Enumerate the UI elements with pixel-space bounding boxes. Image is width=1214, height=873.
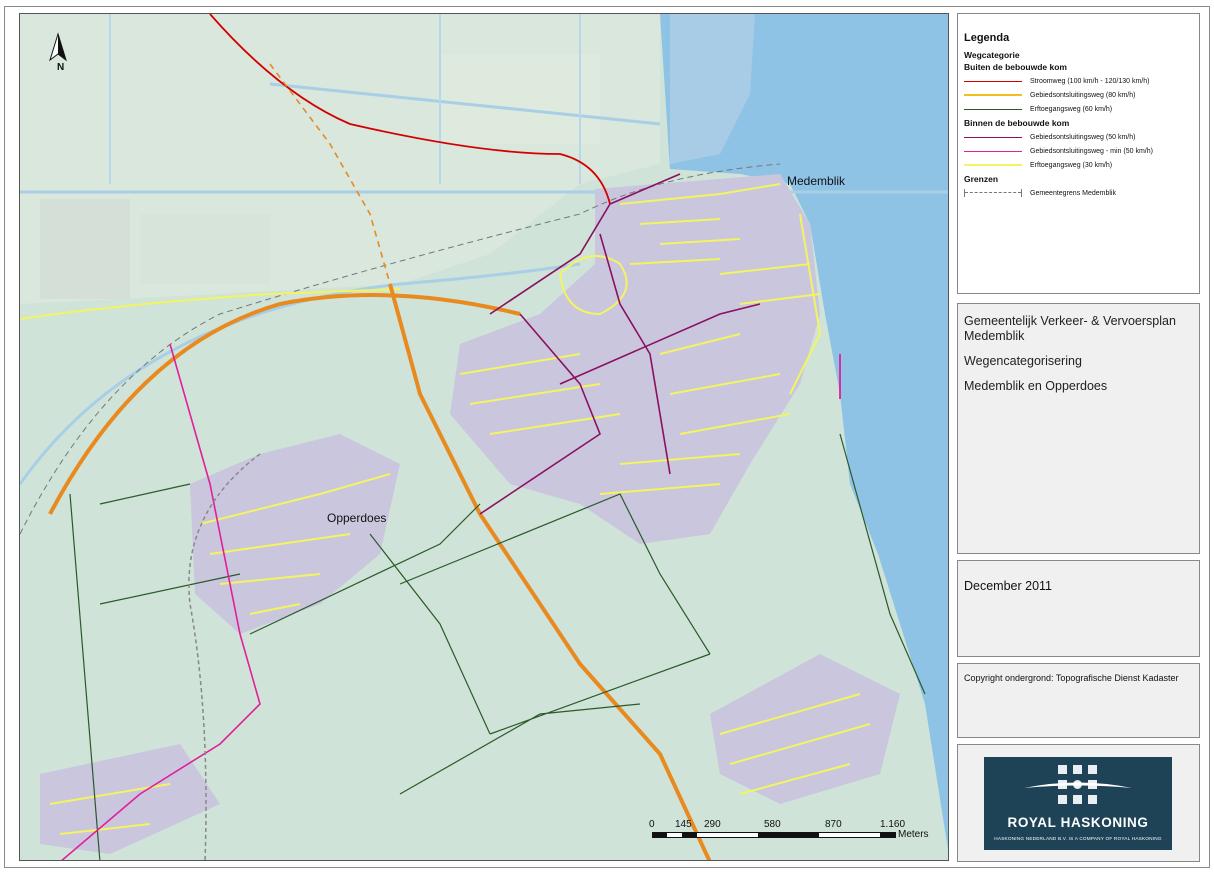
map-view[interactable]: N Medemblik Opperdoes 0 145 290 580 870 … bbox=[19, 13, 949, 861]
legend-item-label: Gebiedsontsluitingsweg (50 km/h) bbox=[1030, 133, 1136, 141]
north-label: N bbox=[57, 62, 65, 73]
scale-tick-label: 145 bbox=[675, 819, 692, 830]
legend-swatch bbox=[964, 94, 1022, 96]
legend-panel: Legenda Wegcategorie Buiten de bebouwde … bbox=[957, 13, 1200, 294]
legend-category: Wegcategorie bbox=[964, 50, 1020, 60]
legend-item-label: Gebiedsontsluitingsweg (80 km/h) bbox=[1030, 91, 1136, 99]
logo-block: ROYAL HASKONING HASKONING NEDERLAND B.V.… bbox=[957, 744, 1200, 862]
legend-item-label: Stroomweg (100 km/h - 120/130 km/h) bbox=[1030, 77, 1150, 85]
title-subject: Wegencategorisering bbox=[964, 354, 1082, 368]
legend-item-label: Erftoegangsweg (60 km/h) bbox=[1030, 105, 1113, 113]
logo-mark-icon bbox=[1024, 765, 1132, 804]
date-block: December 2011 bbox=[957, 560, 1200, 657]
legend-section-heading: Binnen de bebouwde kom bbox=[964, 118, 1070, 128]
field bbox=[440, 54, 600, 144]
place-label-opperdoes: Opperdoes bbox=[327, 511, 387, 525]
legend-item-label: Gebiedsontsluitingsweg - min (50 km/h) bbox=[1030, 147, 1153, 155]
legend-border-swatch bbox=[964, 189, 1022, 197]
title-block: Gemeentelijk Verkeer- & Vervoersplan Med… bbox=[957, 303, 1200, 554]
legend-swatch bbox=[964, 108, 1022, 110]
title-project: Gemeentelijk Verkeer- & Vervoersplan Med… bbox=[964, 314, 1176, 343]
legend-item-label: Gemeentegrens Medemblik bbox=[1030, 189, 1116, 197]
logo-fine-print: HASKONING NEDERLAND B.V. IS A COMPANY OF… bbox=[994, 836, 1162, 841]
scale-tick-label: 580 bbox=[764, 819, 781, 830]
map-canvas bbox=[20, 14, 948, 860]
legend-item-label: Erftoegangsweg (30 km/h) bbox=[1030, 161, 1113, 169]
legend-section-heading: Buiten de bebouwde kom bbox=[964, 62, 1067, 72]
scale-tick-label: 290 bbox=[704, 819, 721, 830]
legend-item: Gebiedsontsluitingsweg (80 km/h) bbox=[964, 88, 1193, 102]
scale-tick-label: 0 bbox=[649, 819, 655, 830]
place-label-medemblik: Medemblik bbox=[787, 174, 846, 188]
field bbox=[40, 199, 130, 299]
legend-title: Legenda bbox=[964, 32, 1010, 44]
legend-item: Stroomweg (100 km/h - 120/130 km/h) bbox=[964, 74, 1193, 88]
scale-tick-label: 870 bbox=[825, 819, 842, 830]
scale-unit: Meters bbox=[898, 829, 929, 840]
title-area: Medemblik en Opperdoes bbox=[964, 379, 1108, 393]
legend-item: Gemeentegrens Medemblik bbox=[964, 186, 1193, 200]
legend-item: Gebiedsontsluitingsweg - min (50 km/h) bbox=[964, 144, 1193, 158]
legend-item: Gebiedsontsluitingsweg (50 km/h) bbox=[964, 130, 1193, 144]
copyright-block: Copyright ondergrond: Topografische Dien… bbox=[957, 663, 1200, 738]
royal-haskoning-logo: ROYAL HASKONING HASKONING NEDERLAND B.V.… bbox=[984, 757, 1172, 850]
legend-swatch bbox=[964, 164, 1022, 166]
legend-item: Erftoegangsweg (60 km/h) bbox=[964, 102, 1193, 116]
logo-brand: ROYAL HASKONING bbox=[1007, 815, 1149, 830]
legend-item: Erftoegangsweg (30 km/h) bbox=[964, 158, 1193, 172]
legend-swatch bbox=[964, 80, 1022, 82]
legend-swatch bbox=[964, 150, 1022, 152]
legend-swatch bbox=[964, 136, 1022, 138]
legend-borders-heading: Grenzen bbox=[964, 174, 999, 184]
field bbox=[140, 214, 270, 284]
